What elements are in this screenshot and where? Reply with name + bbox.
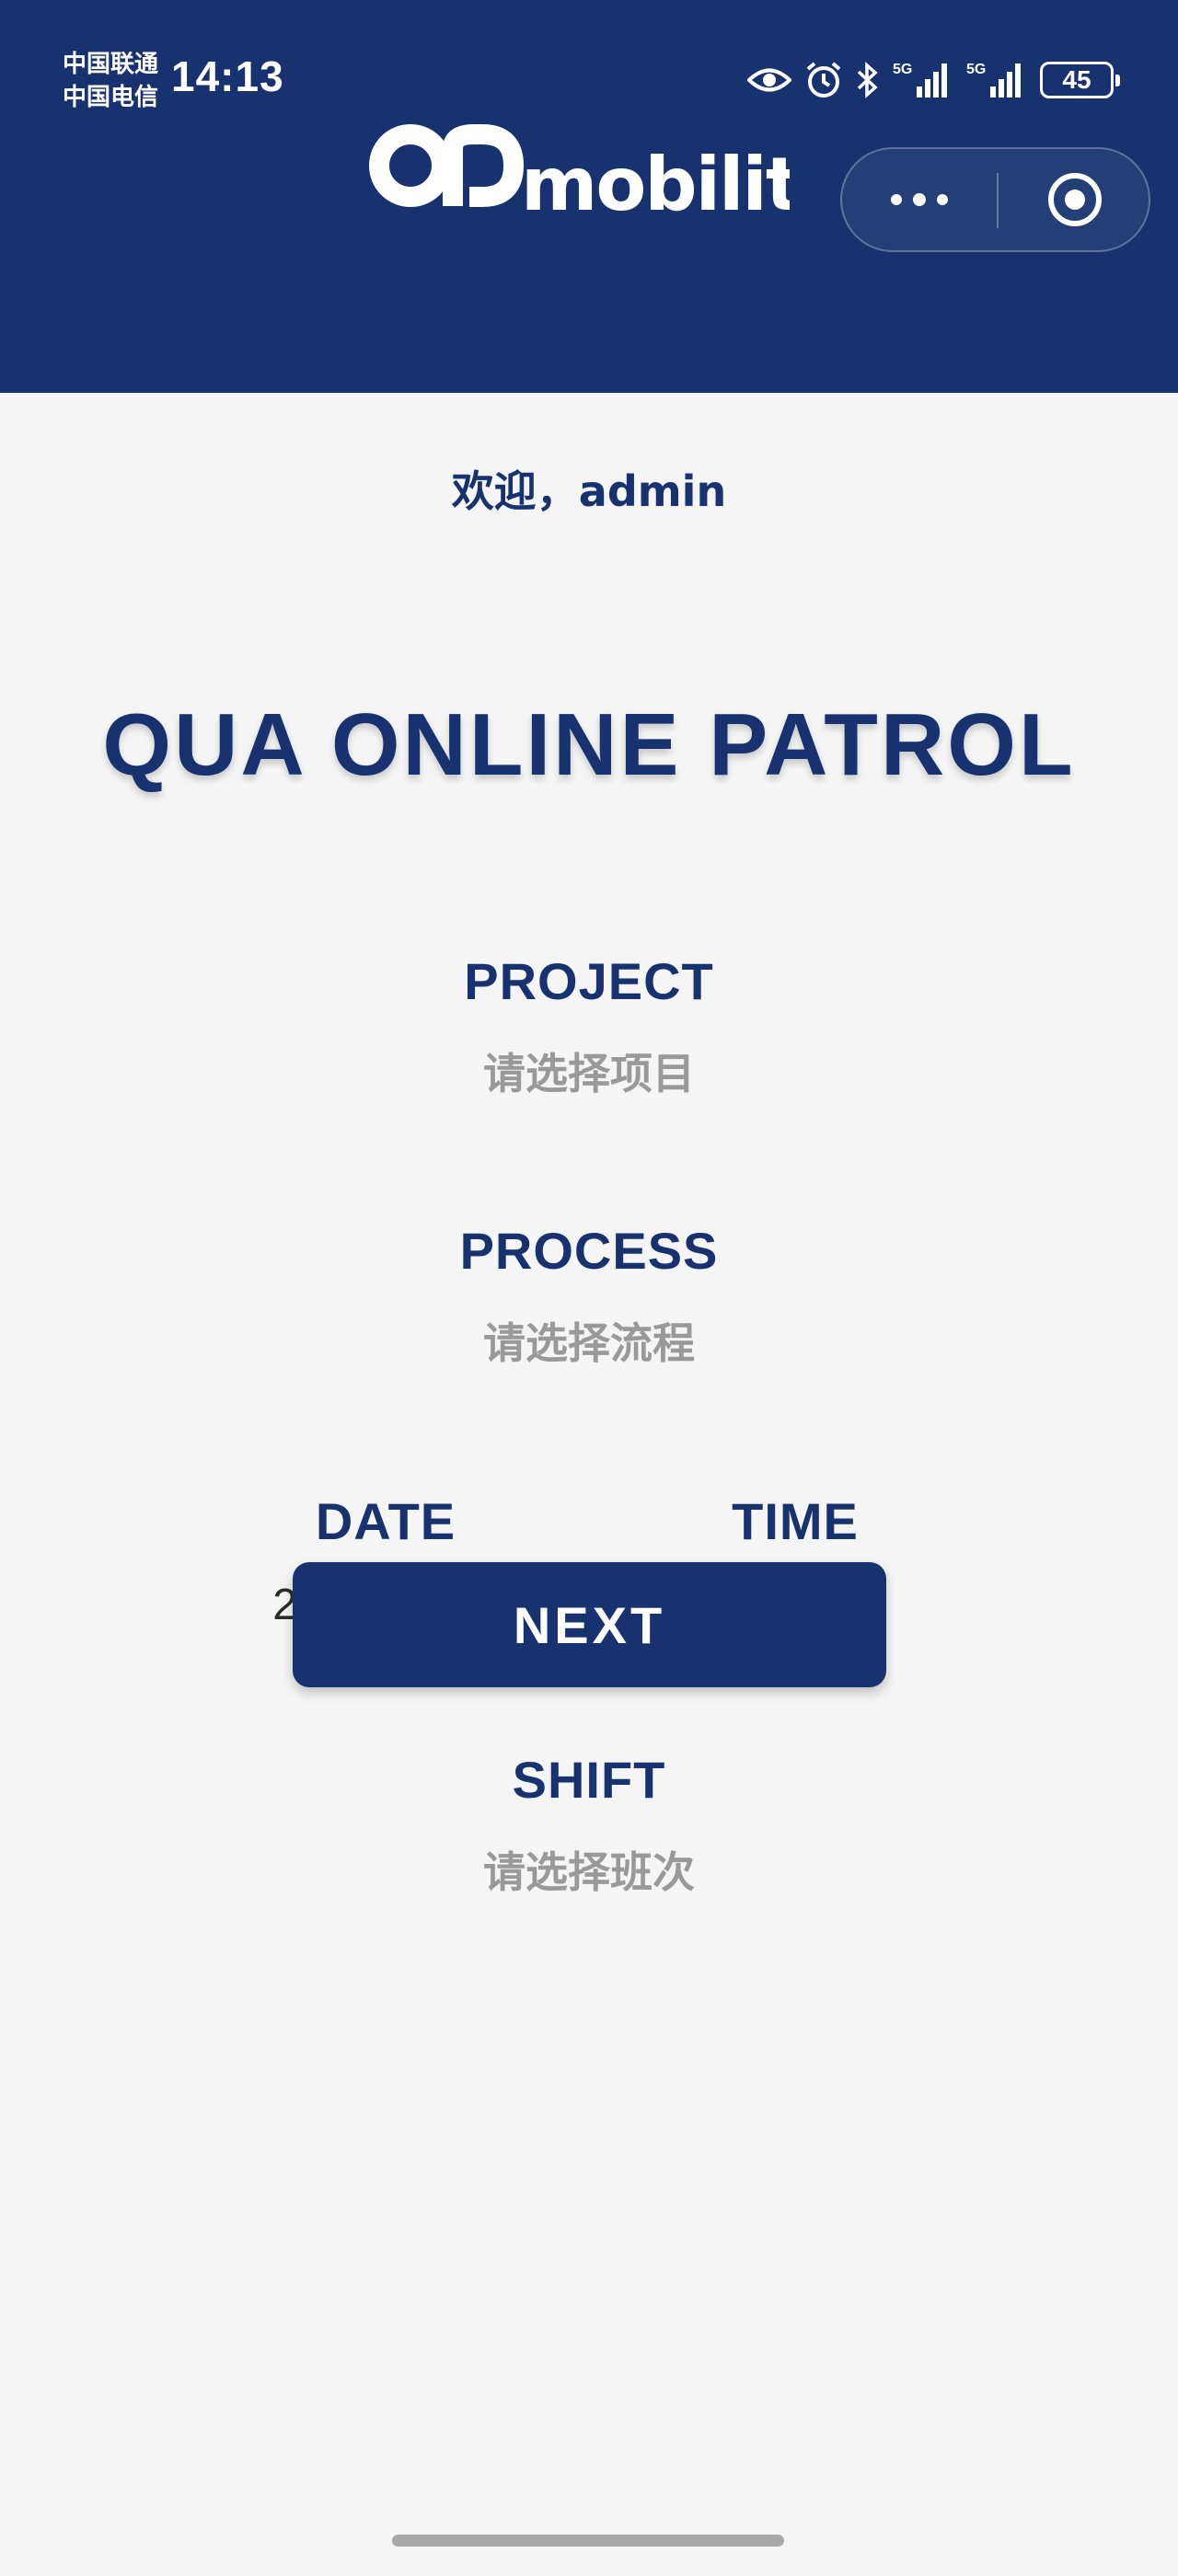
more-dot-icon <box>937 194 948 205</box>
network-label-1: 5G <box>893 62 912 77</box>
status-bar: 中国联通 中国电信 14:13 5G 5G 45 <box>0 0 1178 120</box>
date-label: DATE <box>315 1492 456 1550</box>
next-button[interactable]: NEXT <box>293 1562 886 1687</box>
process-selector[interactable]: 请选择流程 <box>0 1310 1178 1371</box>
eye-icon <box>747 66 791 94</box>
status-icons: 5G 5G 45 <box>747 57 1120 103</box>
target-circle-icon <box>1047 173 1102 226</box>
battery-icon: 45 <box>1040 62 1120 98</box>
network-label-2: 5G <box>966 62 986 77</box>
battery-level: 45 <box>1062 65 1091 94</box>
more-dot-icon <box>891 194 902 205</box>
more-dot-icon <box>913 193 926 206</box>
welcome-text: 欢迎，admin <box>451 466 727 516</box>
close-miniprogram-button[interactable] <box>999 149 1150 250</box>
signal-5g-icon: 5G <box>966 61 1027 99</box>
signal-5g-icon: 5G <box>893 61 953 99</box>
home-indicator[interactable] <box>392 2535 784 2547</box>
shift-selector[interactable]: 请选择班次 <box>0 1839 1178 1900</box>
page-title: QUA ONLINE PATROL <box>102 696 1076 794</box>
more-options-button[interactable] <box>842 149 997 250</box>
carrier-2: 中国电信 <box>63 84 159 111</box>
app-header: 中国联通 中国电信 14:13 5G 5G 45 mobilit <box>0 0 1178 393</box>
miniprogram-capsule <box>840 147 1150 252</box>
process-label: PROCESS <box>459 1222 719 1280</box>
main-content: 欢迎，admin QUA ONLINE PATROL PROJECT 请选择项目… <box>0 393 1178 2576</box>
carrier-info: 中国联通 中国电信 <box>63 48 158 114</box>
shift-label: SHIFT <box>512 1751 666 1809</box>
status-time: 14:13 <box>171 52 284 100</box>
time-label: TIME <box>732 1492 859 1550</box>
logo-text: mobility <box>521 142 790 227</box>
alarm-icon <box>804 61 843 99</box>
project-label: PROJECT <box>464 952 714 1010</box>
bluetooth-icon <box>856 62 880 98</box>
brand-logo: mobility <box>366 109 848 237</box>
carrier-1: 中国联通 <box>63 51 159 78</box>
project-selector[interactable]: 请选择项目 <box>0 1041 1178 1101</box>
